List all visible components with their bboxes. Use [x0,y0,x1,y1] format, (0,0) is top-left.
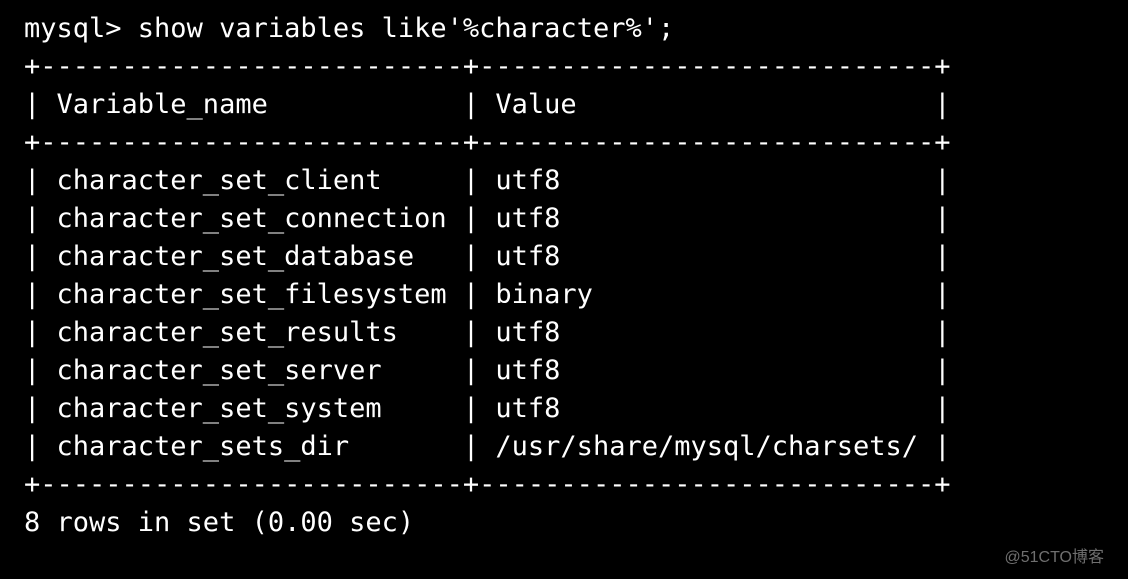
table-row: | character_set_results | utf8 | [6,314,1122,352]
table-row: | character_set_filesystem | binary | [6,276,1122,314]
prompt-prefix: mysql> [24,13,138,44]
table-row: | character_set_connection | utf8 | [6,200,1122,238]
status-line: 8 rows in set (0.00 sec) [6,504,1122,542]
table-row: | character_sets_dir | /usr/share/mysql/… [6,428,1122,466]
table-header-row: | Variable_name | Value | [6,86,1122,124]
table-row: | character_set_database | utf8 | [6,238,1122,276]
table-row: | character_set_server | utf8 | [6,352,1122,390]
sql-query: show variables like'%character%'; [138,13,674,44]
table-border-mid: +--------------------------+------------… [6,124,1122,162]
watermark: @51CTO博客 [1004,543,1104,567]
prompt-line[interactable]: mysql> show variables like'%character%'; [6,10,1122,48]
table-border-bottom: +--------------------------+------------… [6,466,1122,504]
table-row: | character_set_system | utf8 | [6,390,1122,428]
table-row: | character_set_client | utf8 | [6,162,1122,200]
table-border-top: +--------------------------+------------… [6,48,1122,86]
terminal-window[interactable]: mysql> show variables like'%character%';… [0,0,1128,579]
